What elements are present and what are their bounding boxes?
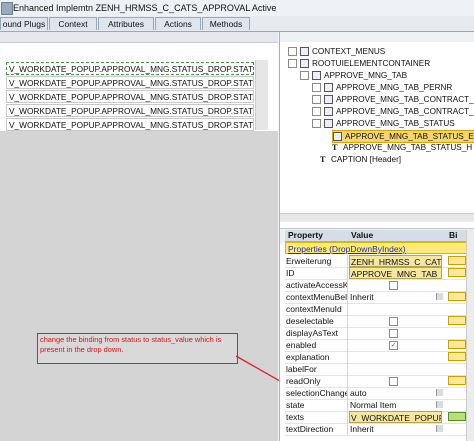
binding-button[interactable] bbox=[448, 292, 466, 301]
property-name: ID bbox=[286, 267, 348, 279]
tree-node[interactable]: CONTEXT_MENUS bbox=[288, 46, 385, 57]
properties-section-link[interactable]: Properties (DropDownByIndex) bbox=[285, 242, 474, 254]
properties-header: Property Value Bi bbox=[285, 230, 474, 242]
property-name: deselectable bbox=[286, 315, 348, 327]
property-checkbox-cell[interactable] bbox=[349, 279, 442, 291]
expand-icon[interactable] bbox=[288, 47, 297, 57]
property-name: readOnly bbox=[286, 375, 348, 387]
tree-node[interactable]: APPROVE_MNG_TAB_PERNR bbox=[312, 82, 452, 93]
table-icon bbox=[312, 71, 321, 81]
caption-icon: T bbox=[320, 155, 326, 164]
property-value[interactable] bbox=[349, 363, 443, 375]
binding-button[interactable] bbox=[448, 256, 466, 265]
binding-button[interactable] bbox=[448, 340, 466, 349]
container-icon bbox=[300, 59, 309, 69]
horizontal-scrollbar[interactable] bbox=[280, 213, 474, 222]
ui-element-panel: CONTEXT_MENUS ROOTUIELEMENTCONTAINER APP… bbox=[279, 32, 474, 441]
property-value[interactable]: V_WORKDATE_POPUP. bbox=[349, 411, 442, 423]
property-dropdown[interactable]: Inherit bbox=[349, 423, 443, 435]
column-icon bbox=[324, 95, 333, 105]
property-checkbox-cell[interactable] bbox=[349, 327, 442, 339]
property-checkbox-cell[interactable]: ✓ bbox=[349, 339, 442, 351]
tree-node[interactable]: APPROVE_MNG_TAB_CONTRACT_NA bbox=[312, 106, 474, 117]
column-icon bbox=[324, 83, 333, 93]
ui-element-tree: CONTEXT_MENUS ROOTUIELEMENTCONTAINER APP… bbox=[280, 42, 474, 212]
tree-node[interactable]: APPROVE_MNG_TAB_STATUS bbox=[312, 118, 455, 129]
collapse-icon[interactable] bbox=[288, 59, 297, 69]
property-value[interactable]: APPROVE_MNG_TAB_ST bbox=[349, 267, 442, 279]
binding-button[interactable] bbox=[448, 316, 466, 325]
checkbox[interactable] bbox=[389, 317, 398, 326]
property-row[interactable]: textDirection Inherit bbox=[285, 423, 474, 436]
collapse-icon[interactable] bbox=[312, 119, 321, 129]
column-icon bbox=[324, 107, 333, 117]
binding-button[interactable] bbox=[448, 352, 466, 361]
properties-vertical-scrollbar[interactable] bbox=[466, 230, 474, 441]
column-icon bbox=[324, 119, 333, 129]
tree-node[interactable]: T CAPTION [Header] bbox=[320, 154, 401, 165]
property-column-header: Property bbox=[288, 230, 323, 240]
property-checkbox-cell[interactable] bbox=[349, 315, 442, 327]
tree-node[interactable]: ROOTUIELEMENTCONTAINER bbox=[288, 58, 430, 69]
tree-node[interactable]: APPROVE_MNG_TAB_CONTRACT_SE bbox=[312, 94, 474, 105]
property-name: displayAsText bbox=[286, 327, 348, 339]
value-column-header: Value bbox=[351, 230, 374, 240]
property-value[interactable] bbox=[349, 303, 443, 315]
tree-toolbar bbox=[280, 32, 474, 42]
property-name: texts bbox=[286, 411, 348, 423]
container-icon bbox=[300, 47, 309, 57]
checkbox[interactable] bbox=[389, 377, 398, 386]
binding-column-header: Bi bbox=[449, 230, 458, 240]
property-name: explanation bbox=[286, 351, 348, 363]
property-name: enabled bbox=[286, 339, 348, 351]
expand-icon[interactable] bbox=[312, 83, 321, 93]
property-dropdown[interactable]: Inherit bbox=[349, 291, 443, 303]
binding-button[interactable] bbox=[448, 376, 466, 385]
property-name: state bbox=[286, 399, 348, 411]
collapse-icon[interactable] bbox=[300, 71, 309, 81]
property-name: Erweiterung bbox=[286, 255, 348, 267]
tree-node[interactable]: T APPROVE_MNG_TAB_STATUS_H bbox=[332, 142, 472, 153]
binding-button[interactable] bbox=[448, 268, 466, 277]
property-name: textDirection bbox=[286, 423, 348, 435]
property-value[interactable] bbox=[349, 351, 443, 363]
property-value[interactable]: ZENH_HRMSS_C_CATS_ bbox=[349, 255, 442, 267]
property-name: activateAccessK bbox=[286, 279, 348, 291]
property-name: selectionChange bbox=[286, 387, 348, 399]
property-name: contextMenuBel bbox=[286, 291, 348, 303]
property-name: contextMenuId bbox=[286, 303, 348, 315]
checkbox[interactable]: ✓ bbox=[389, 341, 398, 350]
properties-grid: Property Value Bi Properties (DropDownBy… bbox=[285, 230, 474, 441]
expand-icon[interactable] bbox=[312, 95, 321, 105]
checkbox[interactable] bbox=[389, 329, 398, 338]
text-view-icon: T bbox=[332, 143, 338, 152]
property-name: labelFor bbox=[286, 363, 348, 375]
expand-icon[interactable] bbox=[312, 107, 321, 117]
bind-texts-button[interactable] bbox=[448, 412, 466, 421]
property-dropdown[interactable]: auto bbox=[349, 387, 443, 399]
dropdown-icon bbox=[333, 132, 342, 142]
property-dropdown[interactable]: Normal Item bbox=[349, 399, 443, 411]
tree-node[interactable]: APPROVE_MNG_TAB bbox=[300, 70, 407, 81]
checkbox[interactable] bbox=[389, 281, 398, 290]
property-checkbox-cell[interactable] bbox=[349, 375, 442, 387]
